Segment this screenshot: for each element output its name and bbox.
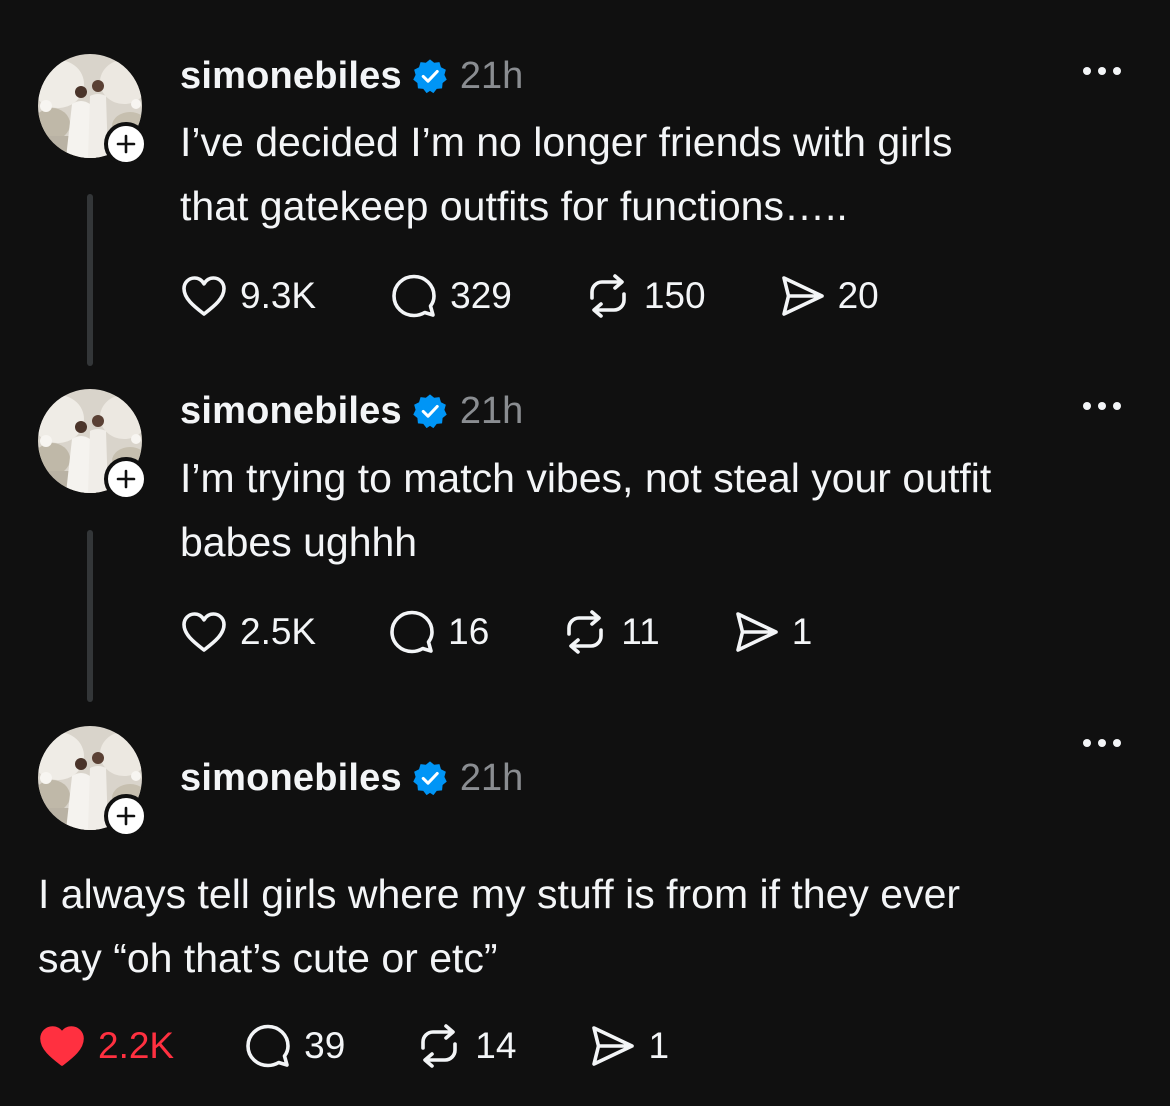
share-button[interactable]: 20 xyxy=(778,272,879,320)
repost-count: 11 xyxy=(621,611,660,652)
avatar-container[interactable] xyxy=(38,54,148,166)
like-button[interactable]: 2.2K xyxy=(38,1024,174,1068)
verified-badge-icon xyxy=(412,760,448,796)
thread-post: simonebiles 21h I’ve decided I’m no long… xyxy=(0,54,1170,354)
like-count: 2.5K xyxy=(240,611,317,652)
send-icon xyxy=(778,272,826,320)
post-timestamp[interactable]: 21h xyxy=(460,55,523,98)
ellipsis-icon xyxy=(1080,60,1124,82)
heart-icon xyxy=(180,274,228,318)
like-button[interactable]: 2.5K xyxy=(180,610,316,654)
repost-button[interactable]: 150 xyxy=(584,272,706,320)
comment-count: 16 xyxy=(448,611,490,652)
share-button[interactable]: 1 xyxy=(588,1022,669,1070)
more-options-button[interactable] xyxy=(1080,395,1124,417)
ellipsis-icon xyxy=(1080,732,1124,754)
comment-bubble-icon xyxy=(388,608,436,656)
more-options-button[interactable] xyxy=(1080,732,1124,754)
post-actions: 2.5K 16 11 1 xyxy=(180,604,812,660)
share-button[interactable]: 1 xyxy=(732,608,813,656)
repost-count: 14 xyxy=(475,1025,517,1066)
send-icon xyxy=(732,608,780,656)
post-text-line: say “oh that’s cute or etc” xyxy=(38,935,498,981)
repost-count: 150 xyxy=(643,275,706,316)
post-actions: 9.3K 329 150 20 xyxy=(180,268,879,324)
avatar-container[interactable] xyxy=(38,726,148,838)
repost-icon xyxy=(584,272,632,320)
plus-icon xyxy=(114,132,138,156)
repost-icon xyxy=(415,1022,463,1070)
comment-count: 39 xyxy=(304,1025,346,1066)
comment-bubble-icon xyxy=(244,1022,292,1070)
comment-button[interactable]: 39 xyxy=(244,1022,345,1070)
post-text-line: I’ve decided I’m no longer friends with … xyxy=(180,119,953,165)
post-text-line: that gatekeep outfits for functions….. xyxy=(180,183,848,229)
post-text: I always tell girls where my stuff is fr… xyxy=(38,862,960,990)
post-text-line: I’m trying to match vibes, not steal you… xyxy=(180,455,992,501)
post-text-line: babes ughhh xyxy=(180,519,418,565)
like-button[interactable]: 9.3K xyxy=(180,274,316,318)
comment-bubble-icon xyxy=(390,272,438,320)
like-count: 9.3K xyxy=(240,275,317,316)
plus-icon xyxy=(114,467,138,491)
post-text: I’m trying to match vibes, not steal you… xyxy=(180,446,991,574)
repost-button[interactable]: 11 xyxy=(561,608,660,656)
username-link[interactable]: simonebiles xyxy=(180,757,402,800)
comment-button[interactable]: 16 xyxy=(388,608,489,656)
repost-icon xyxy=(561,608,609,656)
verified-badge-icon xyxy=(412,393,448,429)
post-text-line: I always tell girls where my stuff is fr… xyxy=(38,871,961,917)
follow-plus-button[interactable] xyxy=(104,457,148,501)
plus-icon xyxy=(114,804,138,828)
comment-button[interactable]: 329 xyxy=(390,272,512,320)
verified-badge-icon xyxy=(412,58,448,94)
heart-icon xyxy=(180,610,228,654)
follow-plus-button[interactable] xyxy=(104,794,148,838)
username-link[interactable]: simonebiles xyxy=(180,390,402,433)
username-link[interactable]: simonebiles xyxy=(180,55,402,98)
thread-post: simonebiles 21h I always tell girls wher… xyxy=(0,726,1170,1086)
more-options-button[interactable] xyxy=(1080,60,1124,82)
share-count: 1 xyxy=(791,611,813,652)
post-actions: 2.2K 39 14 1 xyxy=(38,1018,669,1074)
post-timestamp[interactable]: 21h xyxy=(460,390,523,433)
ellipsis-icon xyxy=(1080,395,1124,417)
share-count: 1 xyxy=(648,1025,670,1066)
post-header: simonebiles 21h xyxy=(180,756,523,800)
like-count: 2.2K xyxy=(98,1025,175,1066)
send-icon xyxy=(588,1022,636,1070)
repost-button[interactable]: 14 xyxy=(415,1022,516,1070)
comment-count: 329 xyxy=(450,275,512,316)
post-timestamp[interactable]: 21h xyxy=(460,757,523,800)
post-text: I’ve decided I’m no longer friends with … xyxy=(180,110,953,238)
post-header: simonebiles 21h xyxy=(180,389,523,433)
post-header: simonebiles 21h xyxy=(180,54,523,98)
share-count: 20 xyxy=(837,275,879,316)
heart-filled-icon xyxy=(38,1024,86,1068)
avatar-container[interactable] xyxy=(38,389,148,501)
follow-plus-button[interactable] xyxy=(104,122,148,166)
thread-post: simonebiles 21h I’m trying to match vibe… xyxy=(0,389,1170,689)
